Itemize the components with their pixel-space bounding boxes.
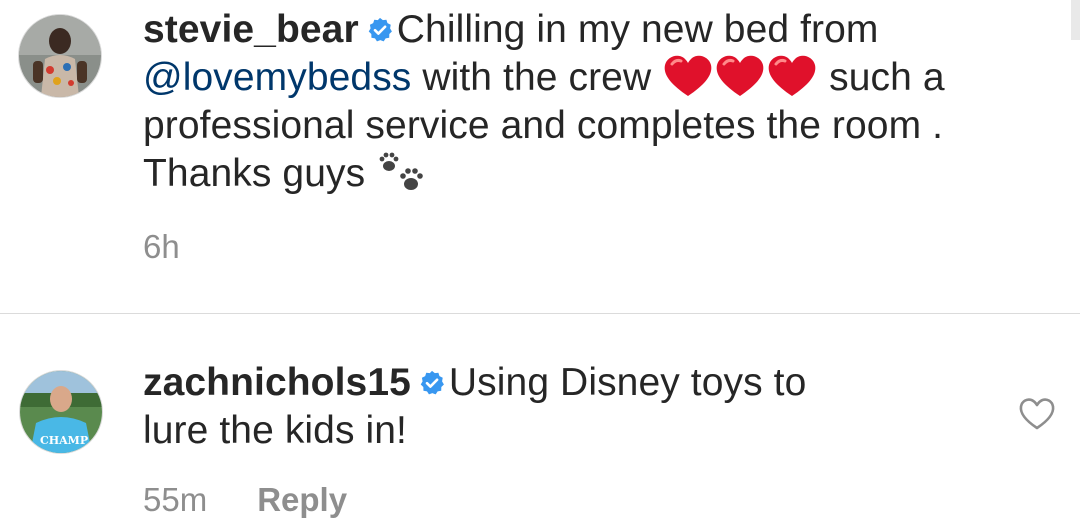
comment-text: Chilling in my new bed from — [396, 8, 879, 51]
paw-prints-icon — [375, 150, 431, 198]
comment-line-4: Thanks guys — [143, 150, 945, 198]
comment-line-1: zachnichols15 Using Disney toys to — [143, 359, 806, 407]
username[interactable]: stevie_bear — [143, 8, 359, 51]
reply-button[interactable]: Reply — [257, 481, 347, 518]
comment-line-3: professional service and completes the r… — [143, 104, 944, 147]
avatar[interactable] — [18, 14, 102, 98]
mention-link[interactable]: @lovemybedss — [143, 56, 411, 99]
comment-body: zachnichols15 Using Disney toys to lure t… — [143, 359, 806, 455]
red-heart-icon — [714, 54, 766, 98]
comment-body: stevie_bear Chilling in my new bed from @… — [143, 6, 945, 198]
comment-text: such a — [829, 56, 945, 99]
comment-meta: 55m Reply — [143, 481, 397, 519]
verified-badge-icon — [367, 17, 393, 43]
comment-text: Using Disney toys to — [448, 361, 807, 404]
red-heart-icon — [662, 54, 714, 98]
comment-line-2: @lovemybedss with the crew such a — [143, 54, 945, 102]
heart-outline-icon[interactable] — [1017, 394, 1057, 434]
red-heart-icon — [766, 54, 818, 98]
comment-text: with the crew — [422, 56, 652, 99]
comment-meta: 6h — [143, 228, 230, 266]
username[interactable]: zachnichols15 — [143, 361, 411, 404]
shirt-text: CHAMP — [40, 434, 88, 447]
comment-line-2: lure the kids in! — [143, 409, 407, 452]
comment-text: Thanks guys — [143, 152, 366, 195]
scrollbar-edge — [1071, 0, 1080, 40]
divider — [0, 313, 1080, 314]
timestamp[interactable]: 6h — [143, 228, 180, 265]
avatar[interactable]: CHAMP — [19, 370, 103, 454]
verified-badge-icon — [419, 370, 445, 396]
timestamp[interactable]: 55m — [143, 481, 207, 518]
comment-line-1: stevie_bear Chilling in my new bed from — [143, 6, 945, 54]
